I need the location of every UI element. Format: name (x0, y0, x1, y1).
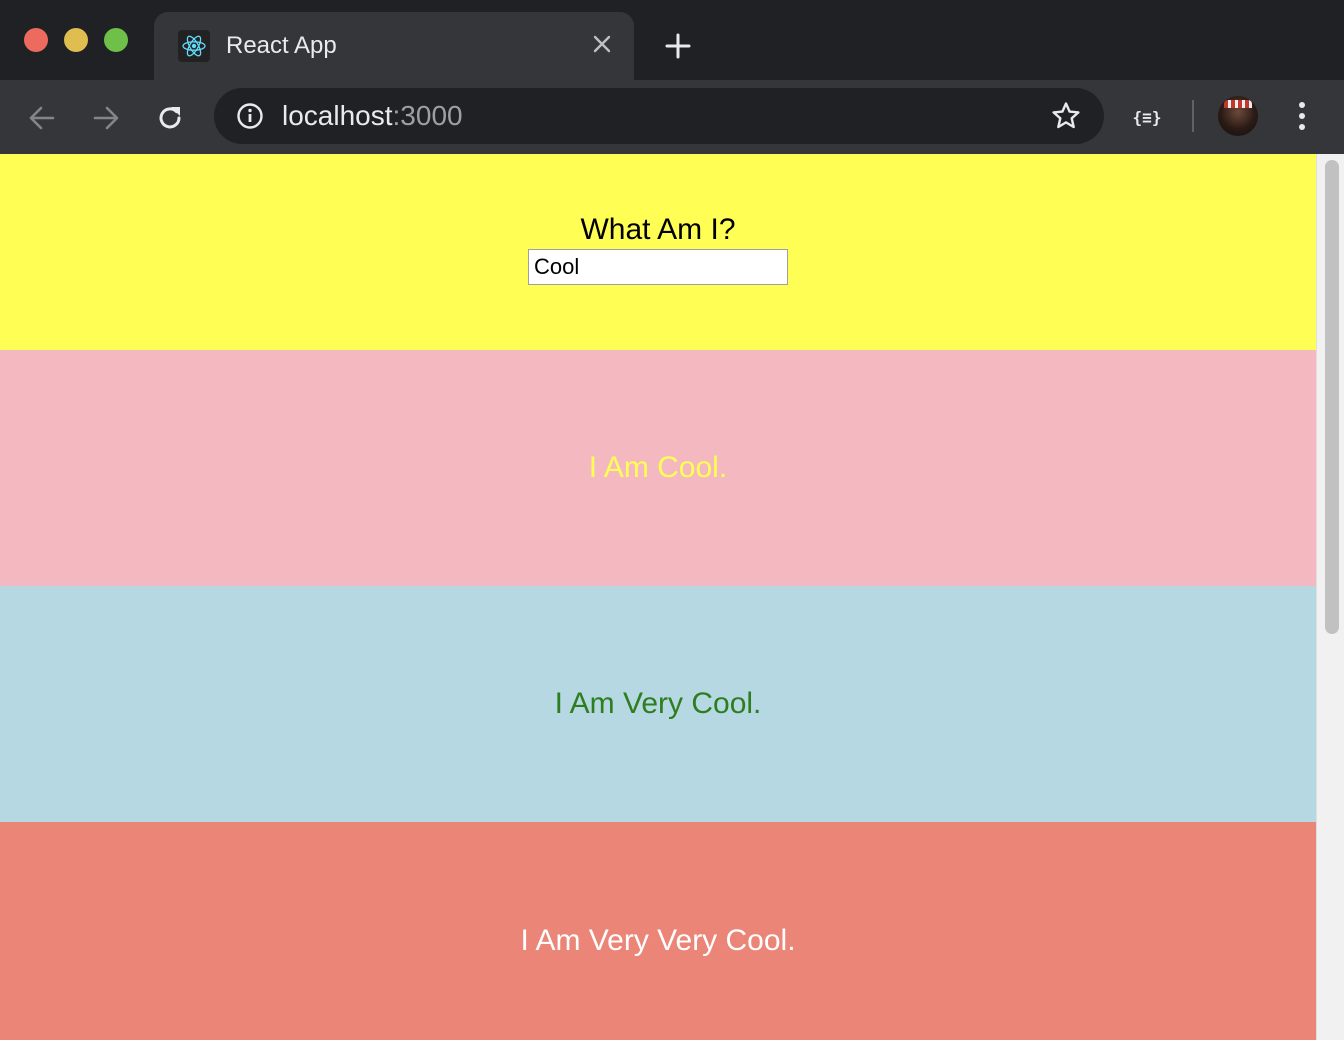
very-very-cool-text: I Am Very Very Cool. (520, 924, 796, 957)
cool-text: I Am Cool. (588, 451, 728, 484)
tab-react-app[interactable]: React App (154, 12, 634, 80)
close-icon[interactable] (586, 28, 618, 60)
react-logo-icon (178, 30, 210, 62)
page-content: What Am I? I Am Cool. I Am Very Cool. I … (0, 154, 1316, 1040)
plus-icon[interactable] (660, 28, 696, 64)
arrow-right-icon[interactable] (84, 96, 128, 140)
very-cool-text: I Am Very Cool. (554, 687, 762, 720)
browser-toolbar: localhost:3000 {≡} (0, 80, 1344, 154)
very-very-cool-section: I Am Very Very Cool. (0, 822, 1316, 1040)
question-heading: What Am I? (580, 213, 736, 246)
tab-strip: React App (0, 0, 1344, 80)
arrow-left-icon[interactable] (20, 96, 64, 140)
extension-icon[interactable]: {≡} (1124, 102, 1170, 132)
what-am-i-input[interactable] (528, 249, 788, 285)
page-viewport: What Am I? I Am Cool. I Am Very Cool. I … (0, 154, 1344, 1040)
scrollbar-thumb[interactable] (1325, 160, 1339, 634)
three-dots-vertical-icon[interactable] (1284, 98, 1320, 134)
info-icon[interactable] (236, 102, 264, 130)
cool-section: I Am Cool. (0, 350, 1316, 586)
window-close-button[interactable] (24, 28, 48, 52)
reload-icon[interactable] (148, 96, 192, 140)
window-minimize-button[interactable] (64, 28, 88, 52)
toolbar-divider (1192, 100, 1194, 132)
url-port: :3000 (392, 100, 463, 131)
address-bar[interactable]: localhost:3000 (214, 88, 1104, 144)
bookmark-star-icon[interactable] (1050, 100, 1082, 132)
window-maximize-button[interactable] (104, 28, 128, 52)
input-section: What Am I? (0, 154, 1316, 350)
very-cool-section: I Am Very Cool. (0, 586, 1316, 822)
url-text: localhost:3000 (282, 98, 463, 134)
vertical-scrollbar[interactable] (1316, 154, 1344, 1040)
tab-title: React App (226, 32, 337, 59)
url-host: localhost (282, 100, 393, 131)
avatar[interactable] (1218, 96, 1258, 136)
